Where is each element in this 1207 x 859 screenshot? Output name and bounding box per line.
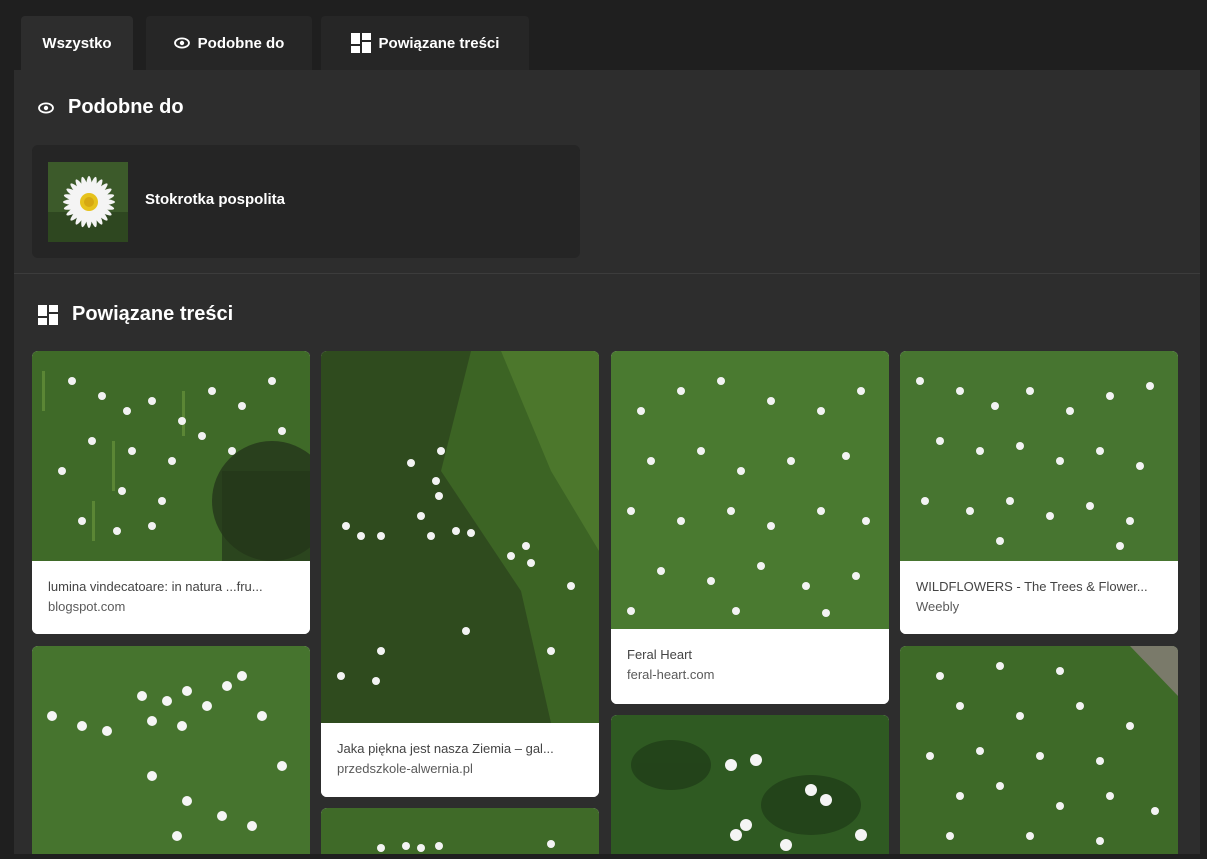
result-image [321, 351, 599, 723]
result-card[interactable] [32, 646, 310, 854]
tab-label: Wszystko [42, 34, 112, 52]
section-heading: Podobne do [68, 96, 184, 118]
tab-all[interactable]: Wszystko [21, 16, 133, 70]
tab-related[interactable]: Powiązane treści [321, 16, 529, 70]
result-title: Jaka piękna jest nasza Ziemia – gal... [337, 741, 554, 756]
eye-icon [173, 37, 190, 49]
result-source: Weebly [916, 599, 960, 614]
result-card[interactable]: Feral Heart feral-heart.com [611, 351, 889, 704]
result-caption: lumina vindecatoare: in natura ...fru...… [32, 561, 310, 634]
result-caption: Feral Heart feral-heart.com [611, 629, 889, 704]
grid-icon [350, 33, 371, 53]
daisy-thumbnail [48, 162, 128, 242]
eye-icon [38, 102, 54, 114]
result-image [611, 715, 889, 854]
result-image [32, 646, 310, 854]
grid-icon [38, 304, 58, 325]
result-image [900, 646, 1178, 854]
result-caption: WILDFLOWERS - The Trees & Flower... Weeb… [900, 561, 1178, 634]
result-card[interactable] [321, 808, 599, 854]
similar-entity-label: Stokrotka pospolita [145, 191, 286, 208]
similar-entity-card[interactable]: Stokrotka pospolita [32, 145, 580, 258]
result-image [900, 351, 1178, 561]
tab-bar: Wszystko Podobne do Powiązane treści [14, 8, 1200, 70]
result-card[interactable]: lumina vindecatoare: in natura ...fru...… [32, 351, 310, 634]
result-image [32, 351, 310, 561]
result-card[interactable] [611, 715, 889, 854]
result-card[interactable] [900, 646, 1178, 854]
section-divider [14, 273, 1200, 274]
result-card[interactable]: Jaka piękna jest nasza Ziemia – gal... p… [321, 351, 599, 797]
result-source: blogspot.com [48, 599, 126, 614]
result-title: lumina vindecatoare: in natura ...fru... [48, 579, 263, 594]
result-source: przedszkole-alwernia.pl [337, 761, 473, 776]
result-image [321, 808, 599, 854]
result-title: Feral Heart [627, 647, 693, 662]
tab-similar[interactable]: Podobne do [146, 16, 312, 70]
tab-label: Powiązane treści [378, 34, 500, 52]
result-card[interactable]: WILDFLOWERS - The Trees & Flower... Weeb… [900, 351, 1178, 634]
result-source: feral-heart.com [627, 667, 715, 682]
result-title: WILDFLOWERS - The Trees & Flower... [916, 579, 1148, 594]
result-image [611, 351, 889, 629]
related-section-title: Powiązane treści [38, 303, 233, 326]
similar-section-title: Podobne do [38, 96, 184, 119]
section-heading: Powiązane treści [72, 303, 234, 325]
result-caption: Jaka piękna jest nasza Ziemia – gal... p… [321, 723, 599, 797]
tab-label: Podobne do [197, 34, 285, 52]
results-panel: Wszystko Podobne do Powiązane treści Pod… [14, 8, 1200, 854]
